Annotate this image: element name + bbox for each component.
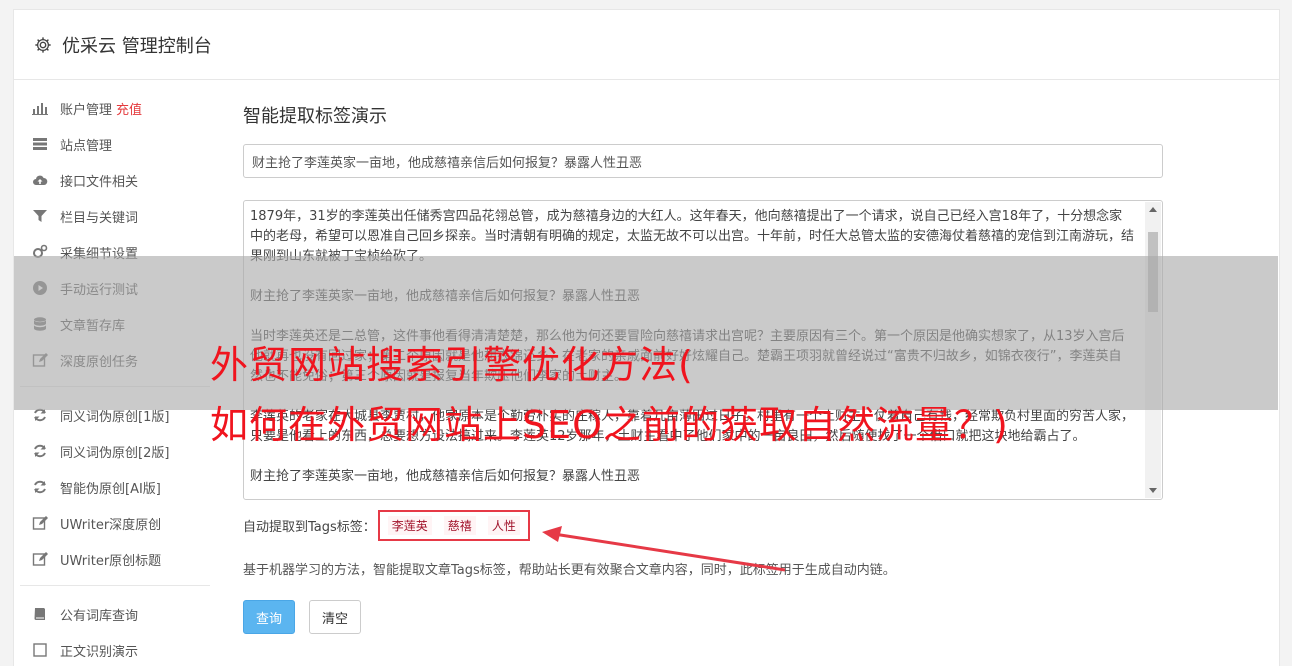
tag-chip[interactable]: 人性: [487, 516, 520, 535]
sidebar-item-label: 接口文件相关: [60, 174, 139, 190]
sidebar-item-label: 同义词伪原创[2版]: [60, 445, 170, 461]
sidebar-item[interactable]: 正文识别演示: [20, 632, 210, 666]
file-icon: [32, 642, 48, 658]
sidebar-divider: [20, 585, 210, 586]
sidebar-item-label: 正文识别演示: [60, 644, 139, 660]
tag-chip[interactable]: 慈禧: [443, 516, 476, 535]
sidebar-item[interactable]: 账户管理 充值: [20, 90, 210, 126]
sidebar-item-label: 站点管理: [60, 138, 113, 154]
refresh-icon: [32, 443, 48, 459]
red-arrow-icon: [542, 526, 786, 572]
sidebar-item-label: 公有词库查询: [60, 608, 139, 624]
cloud-upload-icon: [32, 172, 48, 188]
clear-button[interactable]: 清空: [309, 600, 362, 634]
sidebar-item-label: 账户管理: [60, 102, 113, 118]
button-row: 查询 清空: [243, 600, 1163, 634]
tags-box: 李莲英 慈禧 人性: [377, 510, 530, 541]
bar-chart-icon: [32, 100, 48, 116]
tag-chip[interactable]: 李莲英: [387, 516, 432, 535]
article-paragraph: 财主抢了李莲英家一亩地，他成慈禧亲信后如何报复？暴露人性丑恶: [250, 469, 641, 484]
query-button[interactable]: 查询: [243, 600, 296, 634]
sidebar-item[interactable]: 智能伪原创[AI版]: [20, 469, 210, 505]
sidebar-item-label: 栏目与关键词: [60, 210, 139, 226]
sidebar-item-label: UWriter原创标题: [60, 553, 162, 569]
title-input[interactable]: [243, 144, 1163, 178]
refresh-icon: [32, 479, 48, 495]
book-icon: [32, 606, 48, 622]
sidebar-item[interactable]: 站点管理: [20, 126, 210, 162]
recharge-badge[interactable]: 充值: [116, 99, 142, 118]
sidebar-item[interactable]: UWriter深度原创: [20, 505, 210, 541]
edit-icon: [32, 551, 48, 567]
sidebar-item-label: 智能伪原创[AI版]: [60, 481, 161, 497]
sidebar-item[interactable]: 同义词伪原创[2版]: [20, 433, 210, 469]
gear-icon: [34, 36, 52, 54]
overlay-line-2: 如何在外贸网站上SEO之前的获取自然流量？): [210, 403, 1009, 447]
edit-icon: [32, 515, 48, 531]
panel-header: 优采云 管理控制台: [14, 10, 1279, 80]
tags-label: 自动提取到Tags标签：: [243, 520, 376, 535]
filter-icon: [32, 208, 48, 224]
scroll-down-icon[interactable]: [1149, 488, 1157, 493]
server-icon: [32, 136, 48, 152]
page-title: 优采云 管理控制台: [62, 35, 212, 57]
sidebar-item[interactable]: 栏目与关键词: [20, 198, 210, 234]
sidebar-item[interactable]: UWriter原创标题: [20, 541, 210, 577]
overlay-line-1: 外贸网站搜索引擎优化方法(: [210, 343, 694, 387]
section-title: 智能提取标签演示: [243, 106, 387, 127]
sidebar-item[interactable]: 公有词库查询: [20, 596, 210, 632]
sidebar-item-label: UWriter深度原创: [60, 517, 162, 533]
scroll-up-icon[interactable]: [1149, 207, 1157, 212]
sidebar-item[interactable]: 接口文件相关: [20, 162, 210, 198]
